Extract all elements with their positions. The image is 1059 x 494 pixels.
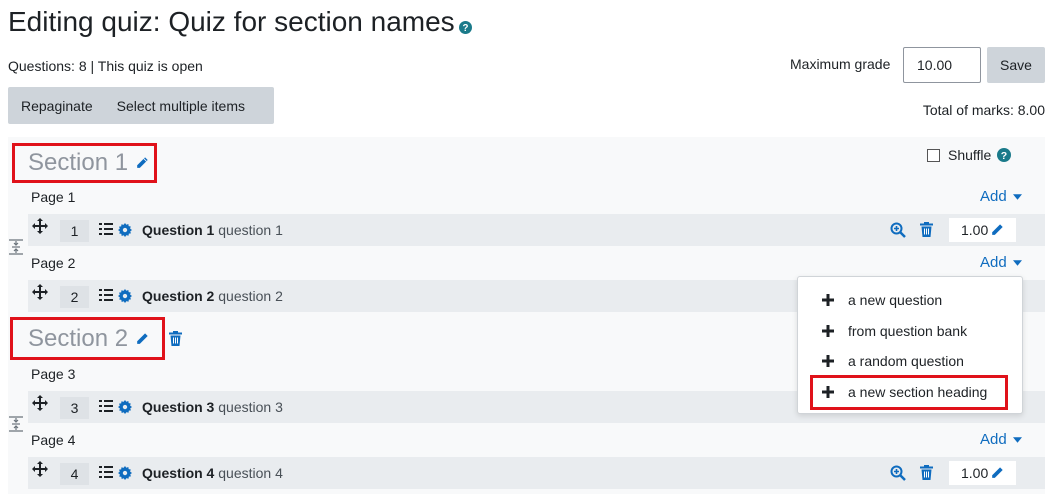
add-dropdown-menu: a new question from question bank a rand… (797, 276, 1023, 414)
help-icon[interactable]: ? (997, 148, 1012, 162)
page-3-label: Page 3 (31, 366, 76, 382)
question-text: question 3 (218, 399, 283, 415)
question-number: 4 (60, 463, 89, 485)
caret-down-icon (1012, 259, 1022, 266)
delete-section-trash-icon[interactable] (169, 331, 182, 346)
question-title: Question 2 (142, 288, 215, 304)
question-text: question 4 (218, 465, 283, 481)
zoom-icon[interactable] (890, 465, 906, 481)
add-menu-trigger[interactable]: Add (980, 254, 1022, 271)
question-name[interactable]: Question 2 question 2 (142, 288, 283, 304)
caret-down-icon (1012, 193, 1022, 200)
total-marks: Total of marks: 8.00 (922, 102, 1045, 118)
menu-item-label: from question bank (848, 323, 968, 339)
quiz-status: Questions: 8 | This quiz is open (8, 58, 203, 74)
select-multiple-button[interactable]: Select multiple items (105, 87, 257, 124)
question-row: 4 Question 4 question 4 1.00 (28, 457, 1045, 489)
menu-item-label: a new question (848, 292, 943, 308)
trash-icon[interactable] (920, 465, 933, 480)
toolbar: Repaginate Select multiple items (8, 87, 274, 124)
question-number: 2 (60, 286, 89, 308)
section-2-title: Section 2 (28, 325, 129, 352)
question-name[interactable]: Question 4 question 4 (142, 465, 283, 481)
cog-icon[interactable] (118, 466, 132, 480)
question-number: 3 (60, 397, 89, 419)
add-menu-trigger[interactable]: Add (980, 431, 1022, 448)
question-title: Question 3 (142, 399, 215, 415)
menu-item-from-question-bank[interactable]: from question bank (822, 323, 967, 339)
page-1-label: Page 1 (31, 189, 76, 205)
page-4-label: Page 4 (31, 432, 76, 448)
question-name[interactable]: Question 1 question 1 (142, 222, 283, 238)
max-mark-value: 1.00 (961, 222, 989, 238)
move-icon[interactable] (32, 284, 48, 300)
caret-down-icon (1012, 436, 1022, 443)
max-mark-field[interactable]: 1.00 (949, 461, 1016, 485)
max-mark-field[interactable]: 1.00 (949, 218, 1016, 242)
save-button[interactable]: Save (987, 47, 1045, 83)
question-title: Question 1 (142, 222, 215, 238)
section-1-heading: Section 1 (28, 149, 149, 177)
add-link-label: Add (980, 431, 1007, 448)
max-grade-input[interactable] (903, 47, 981, 83)
section-2-heading: Section 2 (28, 325, 149, 353)
add-menu-trigger[interactable]: Add (980, 188, 1022, 205)
list-icon (99, 466, 113, 479)
question-title: Question 4 (142, 465, 215, 481)
join-pages-icon[interactable] (9, 416, 23, 432)
page-title-text: Editing quiz: Quiz for section names (8, 6, 455, 37)
cog-icon[interactable] (118, 223, 132, 237)
edit-section-pencil-icon[interactable] (135, 156, 149, 170)
page-2-label: Page 2 (31, 255, 76, 271)
move-icon[interactable] (32, 395, 48, 411)
add-link-label: Add (980, 188, 1007, 205)
svg-text:?: ? (462, 23, 468, 34)
cog-icon[interactable] (118, 289, 132, 303)
max-mark-value: 1.00 (961, 465, 989, 481)
join-pages-icon[interactable] (9, 239, 23, 255)
question-row: 1 Question 1 question 1 1.00 (28, 214, 1045, 246)
move-icon[interactable] (32, 218, 48, 234)
question-text: question 1 (218, 222, 283, 238)
pencil-icon[interactable] (990, 223, 1004, 237)
page-title: Editing quiz: Quiz for section names ? (8, 6, 472, 38)
plus-icon (822, 294, 834, 306)
shuffle-checkbox[interactable] (927, 148, 940, 162)
help-icon[interactable]: ? (458, 21, 472, 34)
plus-icon (822, 355, 834, 367)
cog-icon[interactable] (118, 400, 132, 414)
pencil-icon[interactable] (990, 466, 1004, 480)
repaginate-button[interactable]: Repaginate (8, 87, 105, 124)
question-name[interactable]: Question 3 question 3 (142, 399, 283, 415)
question-text: question 2 (218, 288, 283, 304)
plus-icon (822, 325, 834, 337)
list-icon (99, 289, 113, 302)
svg-text:?: ? (1001, 150, 1007, 162)
shuffle-control: Shuffle ? (927, 147, 1012, 163)
menu-item-random-question[interactable]: a random question (822, 353, 964, 369)
menu-item-highlight (810, 375, 1008, 410)
list-icon (99, 400, 113, 413)
zoom-icon[interactable] (890, 222, 906, 238)
shuffle-label: Shuffle (948, 147, 992, 163)
list-icon (99, 223, 113, 236)
menu-item-new-question[interactable]: a new question (822, 292, 942, 308)
question-number: 1 (60, 220, 89, 242)
section-1-title: Section 1 (28, 149, 129, 176)
move-icon[interactable] (32, 461, 48, 477)
add-link-label: Add (980, 254, 1007, 271)
edit-section-pencil-icon[interactable] (135, 332, 149, 346)
max-grade-label: Maximum grade (790, 56, 891, 72)
trash-icon[interactable] (920, 222, 933, 237)
menu-item-label: a random question (848, 353, 964, 369)
